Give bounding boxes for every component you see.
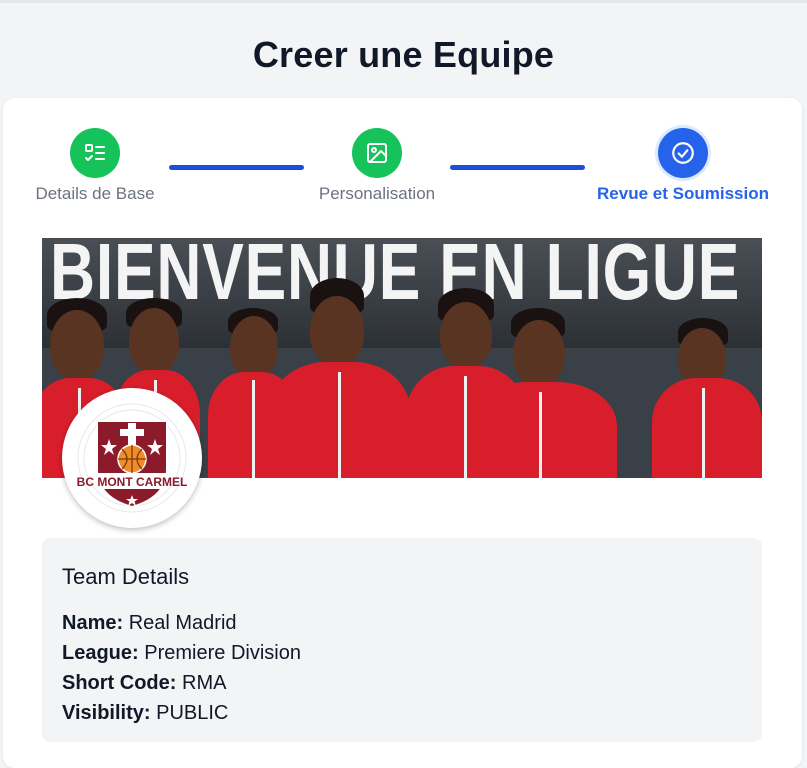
detail-row-short-code: Short Code: RMA	[62, 668, 742, 698]
detail-key: Name:	[62, 612, 129, 634]
step-details-de-base[interactable]: Details de Base	[25, 128, 165, 204]
detail-row-league: League: Premiere Division	[62, 638, 742, 668]
page-title: Creer une Equipe	[252, 34, 555, 75]
detail-key: Visibility:	[62, 702, 157, 724]
step-personalisation[interactable]: Personalisation	[307, 128, 447, 204]
team-details-panel: Team Details Name: Real Madrid League: P…	[42, 538, 762, 742]
logo-text: BC MONT CARMEL	[77, 475, 188, 489]
step-1-label: Details de Base	[35, 184, 155, 203]
team-details-title: Team Details	[62, 564, 190, 589]
check-circle-icon	[672, 142, 694, 164]
step-3-label: Revue et Soumission	[597, 184, 769, 203]
step-revue-et-soumission[interactable]: Revue et Soumission	[588, 128, 778, 204]
detail-value: Premiere Division	[144, 642, 301, 664]
step-2-label: Personalisation	[318, 184, 436, 203]
top-border	[0, 0, 807, 3]
step-connector-2	[450, 165, 585, 170]
image-icon	[367, 143, 387, 163]
step-1-circle	[70, 128, 120, 178]
detail-key: League:	[62, 642, 145, 664]
detail-value: PUBLIC	[156, 702, 229, 724]
detail-value: Real Madrid	[128, 612, 237, 634]
step-connector-1	[169, 165, 304, 170]
detail-row-visibility: Visibility: PUBLIC	[62, 698, 742, 728]
detail-row-name: Name: Real Madrid	[62, 608, 742, 638]
form-card: Details de Base Personalisation Revue et…	[3, 98, 802, 768]
step-2-circle	[352, 128, 402, 178]
detail-value: RMA	[182, 672, 227, 694]
checklist-icon	[85, 144, 105, 161]
detail-key: Short Code:	[62, 672, 182, 694]
team-logo: BC MONT CARMEL	[62, 388, 202, 528]
basketball-crest-logo: BC MONT CARMEL	[74, 400, 190, 516]
step-3-circle	[658, 128, 708, 178]
